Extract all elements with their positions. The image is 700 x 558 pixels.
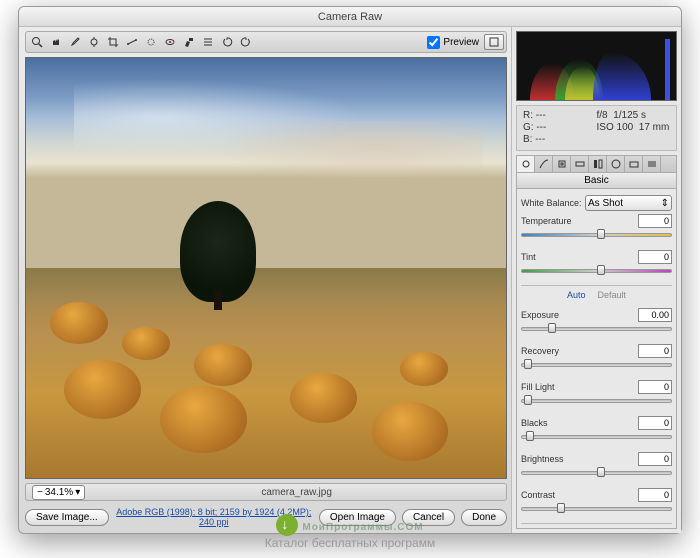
- zoom-value: 34.1%: [45, 487, 73, 498]
- focal-value: 17 mm: [639, 122, 670, 133]
- preview-checkbox[interactable]: Preview: [427, 36, 479, 49]
- preview-image: [26, 58, 506, 478]
- fullscreen-toggle-icon[interactable]: [484, 34, 504, 50]
- basic-panel: White Balance: As Shot⇕ Temperature Tint…: [516, 189, 677, 529]
- done-button[interactable]: Done: [461, 509, 507, 526]
- blacks-label: Blacks: [521, 418, 585, 428]
- window-title: Camera Raw: [19, 7, 681, 27]
- temperature-slider[interactable]: [597, 229, 605, 239]
- tint-input[interactable]: [638, 250, 672, 264]
- recovery-label: Recovery: [521, 346, 585, 356]
- tab-lens-icon[interactable]: [607, 156, 625, 172]
- camera-raw-window: Camera Raw Preview: [18, 6, 682, 534]
- temperature-label: Temperature: [521, 216, 585, 226]
- panel-tabs: [516, 155, 677, 173]
- blacks-slider[interactable]: [526, 431, 534, 441]
- rotate-cw-icon[interactable]: [237, 34, 255, 50]
- zoom-tool-icon[interactable]: [28, 34, 46, 50]
- r-value: R: ---: [523, 110, 597, 122]
- tint-slider[interactable]: [597, 265, 605, 275]
- fill-slider[interactable]: [524, 395, 532, 405]
- save-image-button[interactable]: Save Image...: [25, 509, 109, 526]
- g-value: G: ---: [523, 122, 597, 134]
- tab-hsl-icon[interactable]: [571, 156, 589, 172]
- crop-tool-icon[interactable]: [104, 34, 122, 50]
- blacks-input[interactable]: [638, 416, 672, 430]
- left-pane: Preview − 34.1% ▾ camer: [19, 27, 511, 533]
- window-content: Preview − 34.1% ▾ camer: [19, 27, 681, 533]
- temperature-input[interactable]: [638, 214, 672, 228]
- workflow-metadata-link[interactable]: Adobe RGB (1998); 8 bit; 2159 by 1924 (4…: [115, 507, 313, 527]
- wb-label: White Balance:: [521, 198, 585, 208]
- iso-value: ISO 100: [597, 122, 634, 133]
- tab-curve-icon[interactable]: [535, 156, 553, 172]
- exif-info: R: --- G: --- B: --- f/8 1/125 s ISO 100…: [516, 105, 677, 151]
- adjustment-brush-icon[interactable]: [180, 34, 198, 50]
- shutter-value: 1/125 s: [613, 110, 646, 121]
- preview-label: Preview: [443, 37, 479, 48]
- b-value: B: ---: [523, 134, 597, 146]
- eyedropper-icon[interactable]: [66, 34, 84, 50]
- brightness-slider[interactable]: [597, 467, 605, 477]
- straighten-tool-icon[interactable]: [123, 34, 141, 50]
- recovery-input[interactable]: [638, 344, 672, 358]
- zoom-selector[interactable]: − 34.1% ▾: [32, 485, 85, 500]
- tab-basic-icon[interactable]: [517, 156, 535, 172]
- exposure-label: Exposure: [521, 310, 585, 320]
- exposure-input[interactable]: [638, 308, 672, 322]
- status-bar: − 34.1% ▾ camera_raw.jpg: [25, 483, 507, 501]
- fill-input[interactable]: [638, 380, 672, 394]
- contrast-slider[interactable]: [557, 503, 565, 513]
- exposure-slider[interactable]: [548, 323, 556, 333]
- tab-camera-icon[interactable]: [625, 156, 643, 172]
- recovery-slider[interactable]: [524, 359, 532, 369]
- brightness-input[interactable]: [638, 452, 672, 466]
- color-sampler-icon[interactable]: [85, 34, 103, 50]
- rotate-ccw-icon[interactable]: [218, 34, 236, 50]
- hand-tool-icon[interactable]: [47, 34, 65, 50]
- brightness-label: Brightness: [521, 454, 585, 464]
- default-link[interactable]: Default: [597, 290, 626, 300]
- wb-select[interactable]: As Shot⇕: [585, 195, 672, 211]
- prefs-icon[interactable]: [199, 34, 217, 50]
- tab-presets-icon[interactable]: [643, 156, 661, 172]
- preview-checkbox-input[interactable]: [427, 36, 440, 49]
- histogram[interactable]: [516, 31, 677, 101]
- auto-link[interactable]: Auto: [567, 290, 586, 300]
- contrast-input[interactable]: [638, 488, 672, 502]
- image-preview[interactable]: [25, 57, 507, 479]
- tab-detail-icon[interactable]: [553, 156, 571, 172]
- aperture-value: f/8: [597, 110, 608, 121]
- main-toolbar: Preview: [25, 31, 507, 53]
- right-pane: R: --- G: --- B: --- f/8 1/125 s ISO 100…: [511, 27, 681, 533]
- tab-split-icon[interactable]: [589, 156, 607, 172]
- filename-label: camera_raw.jpg: [93, 487, 500, 498]
- panel-title: Basic: [516, 173, 677, 189]
- contrast-label: Contrast: [521, 490, 585, 500]
- cancel-button[interactable]: Cancel: [402, 509, 455, 526]
- tint-label: Tint: [521, 252, 585, 262]
- bottom-bar: Save Image... Adobe RGB (1998); 8 bit; 2…: [25, 505, 507, 529]
- redeye-tool-icon[interactable]: [161, 34, 179, 50]
- fill-label: Fill Light: [521, 382, 585, 392]
- open-image-button[interactable]: Open Image: [319, 509, 396, 526]
- spot-removal-icon[interactable]: [142, 34, 160, 50]
